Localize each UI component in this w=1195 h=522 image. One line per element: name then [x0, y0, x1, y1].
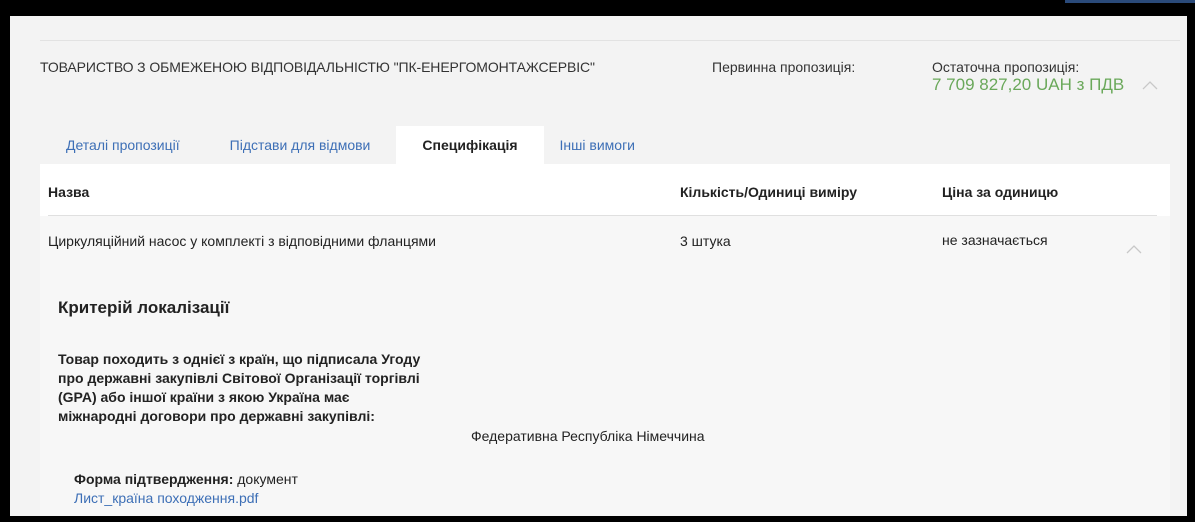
column-header-quantity: Кількість/Одиниці виміру — [680, 184, 858, 200]
proposal-panel: ТОВАРИСТВО З ОБМЕЖЕНОЮ ВІДПОВІДАЛЬНІСТЮ … — [10, 16, 1187, 516]
confirmation-form-value: документ — [237, 471, 298, 487]
final-proposal-value: 7 709 827,20 UAH з ПДВ — [932, 75, 1125, 94]
top-accent-bar — [1065, 0, 1195, 3]
bottom-bar — [0, 516, 1195, 522]
chevron-up-icon[interactable] — [1142, 80, 1158, 90]
supplier-name: ТОВАРИСТВО З ОБМЕЖЕНОЮ ВІДПОВІДАЛЬНІСТЮ … — [40, 59, 595, 75]
top-bar — [0, 0, 1195, 16]
chevron-up-icon[interactable] — [1126, 244, 1142, 254]
tab-specification[interactable]: Специфікація — [396, 126, 544, 164]
item-name: Циркуляційний насос у комплекті з відпов… — [48, 233, 437, 249]
tab-proposal-details[interactable]: Деталі пропозиції — [50, 126, 196, 164]
tab-other-requirements[interactable]: Інші вимоги — [544, 126, 651, 164]
column-header-price: Ціна за одиницю — [942, 184, 1059, 200]
initial-proposal-label: Первинна пропозиція: — [712, 59, 856, 75]
table-divider — [48, 215, 1157, 216]
origin-country: Федеративна Республіка Німеччина — [471, 428, 705, 444]
localization-criteria-title: Критерій локалізації — [58, 298, 230, 317]
column-header-name: Назва — [48, 184, 90, 200]
item-price: не зазначається — [942, 232, 1048, 248]
confirmation-form-label: Форма підтвердження: — [74, 471, 234, 487]
confirmation-form: Форма підтвердження: документ — [74, 471, 298, 487]
header-divider — [40, 40, 1180, 41]
localization-criteria-text: Товар походить з однієї з країн, що підп… — [58, 351, 421, 424]
final-proposal-label: Остаточна пропозиція: — [932, 59, 1080, 75]
document-link[interactable]: Лист_країна походження.pdf — [74, 490, 258, 506]
proposal-tabs: Деталі пропозиції Підстави для відмови С… — [50, 126, 651, 164]
tab-rejection-reasons[interactable]: Підстави для відмови — [214, 126, 387, 164]
item-quantity: 3 штука — [680, 233, 731, 249]
specification-content: Назва Кількість/Одиниці виміру Ціна за о… — [40, 164, 1170, 516]
